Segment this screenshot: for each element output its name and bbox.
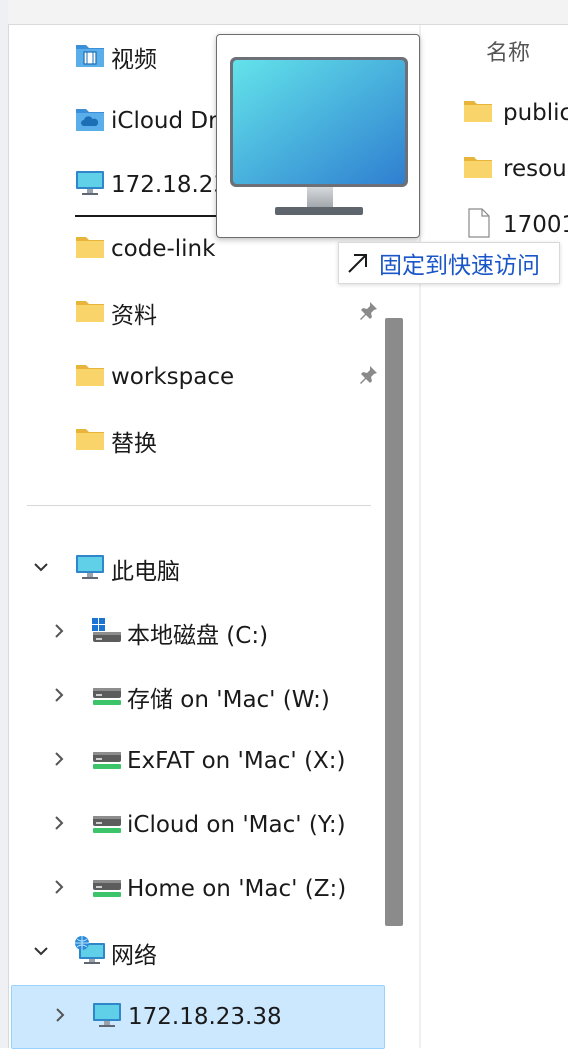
- nav-item-label: iCloud Dr: [111, 108, 218, 134]
- network-drive-icon: [91, 746, 123, 776]
- chevron-right-icon[interactable]: [49, 749, 69, 773]
- folder-icon: [75, 363, 105, 391]
- nav-item-label: workspace: [111, 364, 235, 390]
- nav-item-label: 172.18.23: [111, 172, 229, 198]
- nav-item-label: 网络: [111, 943, 157, 969]
- network-drive-icon: [91, 874, 123, 904]
- section-divider: [27, 505, 371, 506]
- chevron-right-icon[interactable]: [49, 877, 69, 901]
- windows-drive-icon: [91, 617, 123, 649]
- nav-item-drive-y[interactable]: iCloud on 'Mac' (Y:): [9, 797, 385, 853]
- nav-pane-top-edge: [8, 0, 568, 25]
- nav-item-label: ExFAT on 'Mac' (X:): [127, 748, 346, 774]
- chevron-right-icon[interactable]: [50, 1005, 70, 1029]
- nav-item-label: 视频: [111, 47, 157, 73]
- monitor-icon: [75, 553, 105, 585]
- nav-item-label: 本地磁盘 (C:): [127, 623, 269, 649]
- drag-insertion-line: [75, 215, 217, 217]
- pin-icon[interactable]: [357, 364, 379, 390]
- folder-icon: [463, 99, 493, 127]
- nav-item-label: 替换: [111, 431, 157, 457]
- nav-item-network-host-selected[interactable]: 172.18.23.38: [11, 985, 385, 1049]
- nav-item-tihuan[interactable]: 替换: [9, 413, 385, 469]
- nav-item-label: 资料: [111, 303, 157, 329]
- monitor-icon: [229, 55, 409, 223]
- file-name: 17001: [503, 212, 568, 238]
- network-globe-icon: [73, 935, 107, 971]
- icloud-folder-icon: [75, 106, 105, 136]
- nav-item-label: Home on 'Mac' (Z:): [127, 876, 347, 902]
- nav-item-drive-z[interactable]: Home on 'Mac' (Z:): [9, 861, 385, 917]
- nav-item-this-pc[interactable]: 此电脑: [9, 541, 385, 597]
- video-folder-icon: [75, 42, 105, 72]
- nav-item-label: 此电脑: [111, 559, 180, 585]
- chevron-right-icon[interactable]: [49, 813, 69, 837]
- network-drive-icon: [91, 682, 123, 712]
- folder-icon: [75, 299, 105, 327]
- nav-item-label: 存储 on 'Mac' (W:): [127, 687, 330, 713]
- pin-icon[interactable]: [357, 300, 379, 326]
- folder-icon: [75, 235, 105, 263]
- nav-item-workspace[interactable]: workspace: [9, 349, 385, 405]
- file-row[interactable]: 17001: [463, 205, 568, 245]
- chevron-down-icon[interactable]: [31, 941, 51, 965]
- file-name: resou: [503, 156, 567, 182]
- pin-to-quick-access-tooltip: 固定到快速访问: [338, 242, 560, 284]
- chevron-right-icon[interactable]: [49, 685, 69, 709]
- tooltip-text: 固定到快速访问: [379, 253, 540, 279]
- drag-preview-thumbnail: [216, 34, 420, 238]
- file-row[interactable]: resou: [463, 149, 568, 189]
- monitor-icon: [75, 169, 105, 201]
- file-name: public: [503, 100, 568, 126]
- network-drive-icon: [91, 810, 123, 840]
- monitor-icon: [92, 1001, 122, 1033]
- nav-item-label: code-link: [111, 236, 216, 262]
- nav-item-label: 172.18.23.38: [128, 1004, 282, 1030]
- nav-item-drive-x[interactable]: ExFAT on 'Mac' (X:): [9, 733, 385, 789]
- nav-pane-scrollbar-thumb[interactable]: [385, 318, 403, 926]
- nav-item-drive-c[interactable]: 本地磁盘 (C:): [9, 605, 385, 661]
- arrow-up-right-icon: [345, 250, 371, 280]
- nav-item-ziliao[interactable]: 资料: [9, 285, 385, 341]
- nav-item-label: iCloud on 'Mac' (Y:): [127, 812, 346, 838]
- folder-icon: [75, 427, 105, 455]
- nav-item-drive-w[interactable]: 存储 on 'Mac' (W:): [9, 669, 385, 725]
- chevron-down-icon[interactable]: [31, 557, 51, 581]
- file-list-pane[interactable]: 名称 public resou 17001: [421, 25, 568, 1048]
- file-row[interactable]: public: [463, 93, 568, 133]
- folder-icon: [463, 155, 493, 183]
- file-icon: [467, 208, 491, 242]
- nav-item-network[interactable]: 网络: [9, 925, 385, 981]
- column-header-name[interactable]: 名称: [486, 35, 530, 67]
- chevron-right-icon[interactable]: [49, 621, 69, 645]
- window-left-edge: [0, 0, 9, 1048]
